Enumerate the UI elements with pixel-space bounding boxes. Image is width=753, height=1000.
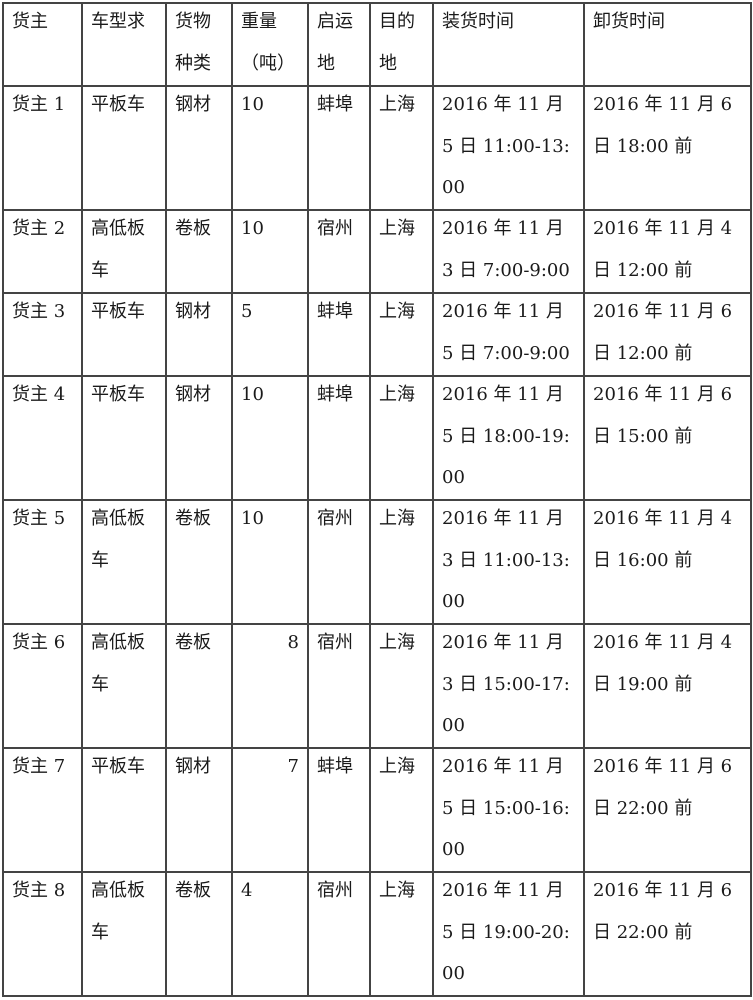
shipper-cell: 货主 3 xyxy=(2,292,83,377)
destination-cell: 上海 xyxy=(369,871,434,997)
origin-cell: 宿州 xyxy=(307,499,371,625)
weight-cell: 8 xyxy=(231,623,309,749)
destination-cell: 上海 xyxy=(369,499,434,625)
loading-time-cell: 2016 年 11 月 5 日 11:00-13:00 xyxy=(432,85,585,211)
table-row: 货主 4 平板车 钢材 10 蚌埠 上海 2016 年 11 月 5 日 18:00-19:… xyxy=(2,375,752,501)
vehicle-type-cell: 平板车 xyxy=(81,85,167,211)
unloading-time-cell: 2016 年 11 月 4 日 12:00 前 xyxy=(583,209,752,294)
weight-cell: 10 xyxy=(231,209,309,294)
destination-cell: 上海 xyxy=(369,292,434,377)
loading-time-cell: 2016 年 11 月 3 日 15:00-17:00 xyxy=(432,623,585,749)
table-row: 货主 3 平板车 钢材 5 蚌埠 上海 2016 年 11 月 5 日 7:00-9:00 2… xyxy=(2,292,752,377)
unloading-time-cell: 2016 年 11 月 6 日 15:00 前 xyxy=(583,375,752,501)
weight-cell: 10 xyxy=(231,85,309,211)
unloading-time-cell: 2016 年 11 月 4 日 16:00 前 xyxy=(583,499,752,625)
unloading-time-cell: 2016 年 11 月 6 日 22:00 前 xyxy=(583,747,752,873)
header-destination: 目的地 xyxy=(369,2,434,87)
cargo-type-cell: 卷板 xyxy=(165,499,233,625)
shipper-cell: 货主 4 xyxy=(2,375,83,501)
table-row: 货主 6 高低板车 卷板 8 宿州 上海 2016 年 11 月 3 日 15:00-17:… xyxy=(2,623,752,749)
header-weight: 重量（吨） xyxy=(231,2,309,87)
vehicle-type-cell: 高低板车 xyxy=(81,623,167,749)
weight-cell: 4 xyxy=(231,871,309,997)
cargo-type-cell: 钢材 xyxy=(165,292,233,377)
vehicle-type-cell: 平板车 xyxy=(81,292,167,377)
unloading-time-cell: 2016 年 11 月 6 日 12:00 前 xyxy=(583,292,752,377)
vehicle-type-cell: 平板车 xyxy=(81,747,167,873)
destination-cell: 上海 xyxy=(369,85,434,211)
unloading-time-cell: 2016 年 11 月 6 日 18:00 前 xyxy=(583,85,752,211)
unloading-time-cell: 2016 年 11 月 4 日 19:00 前 xyxy=(583,623,752,749)
cargo-type-cell: 卷板 xyxy=(165,623,233,749)
loading-time-cell: 2016 年 11 月 5 日 18:00-19:00 xyxy=(432,375,585,501)
shipper-cell: 货主 8 xyxy=(2,871,83,997)
destination-cell: 上海 xyxy=(369,375,434,501)
cargo-type-cell: 卷板 xyxy=(165,209,233,294)
header-loading-time: 装货时间 xyxy=(432,2,585,87)
shipper-cell: 货主 2 xyxy=(2,209,83,294)
loading-time-cell: 2016 年 11 月 3 日 11:00-13:00 xyxy=(432,499,585,625)
vehicle-type-cell: 高低板车 xyxy=(81,499,167,625)
cargo-table: 货主 车型求 货物种类 重量（吨） 启运地 目的地 装货时间 卸货时间 货主 1… xyxy=(2,2,752,997)
header-row: 货主 车型求 货物种类 重量（吨） 启运地 目的地 装货时间 卸货时间 xyxy=(2,2,752,87)
cargo-type-cell: 卷板 xyxy=(165,871,233,997)
origin-cell: 蚌埠 xyxy=(307,747,371,873)
loading-time-cell: 2016 年 11 月 5 日 19:00-20:00 xyxy=(432,871,585,997)
weight-cell: 5 xyxy=(231,292,309,377)
shipper-cell: 货主 1 xyxy=(2,85,83,211)
destination-cell: 上海 xyxy=(369,623,434,749)
header-shipper: 货主 xyxy=(2,2,83,87)
weight-cell: 10 xyxy=(231,499,309,625)
vehicle-type-cell: 高低板车 xyxy=(81,209,167,294)
cargo-type-cell: 钢材 xyxy=(165,375,233,501)
table-row: 货主 1 平板车 钢材 10 蚌埠 上海 2016 年 11 月 5 日 11:00-13:… xyxy=(2,85,752,211)
origin-cell: 蚌埠 xyxy=(307,85,371,211)
header-unloading-time: 卸货时间 xyxy=(583,2,752,87)
header-cargo-type: 货物种类 xyxy=(165,2,233,87)
loading-time-cell: 2016 年 11 月 5 日 7:00-9:00 xyxy=(432,292,585,377)
table-row: 货主 2 高低板车 卷板 10 宿州 上海 2016 年 11 月 3 日 7:00-9:0… xyxy=(2,209,752,294)
header-vehicle-type: 车型求 xyxy=(81,2,167,87)
origin-cell: 蚌埠 xyxy=(307,292,371,377)
weight-cell: 7 xyxy=(231,747,309,873)
table-row: 货主 8 高低板车 卷板 4 宿州 上海 2016 年 11 月 5 日 19:00-20:… xyxy=(2,871,752,997)
origin-cell: 蚌埠 xyxy=(307,375,371,501)
table-row: 货主 5 高低板车 卷板 10 宿州 上海 2016 年 11 月 3 日 11:00-13… xyxy=(2,499,752,625)
cargo-type-cell: 钢材 xyxy=(165,747,233,873)
vehicle-type-cell: 平板车 xyxy=(81,375,167,501)
table-row: 货主 7 平板车 钢材 7 蚌埠 上海 2016 年 11 月 5 日 15:00-16:0… xyxy=(2,747,752,873)
destination-cell: 上海 xyxy=(369,747,434,873)
vehicle-type-cell: 高低板车 xyxy=(81,871,167,997)
header-origin: 启运地 xyxy=(307,2,371,87)
shipper-cell: 货主 6 xyxy=(2,623,83,749)
shipper-cell: 货主 5 xyxy=(2,499,83,625)
destination-cell: 上海 xyxy=(369,209,434,294)
loading-time-cell: 2016 年 11 月 5 日 15:00-16:00 xyxy=(432,747,585,873)
origin-cell: 宿州 xyxy=(307,209,371,294)
weight-cell: 10 xyxy=(231,375,309,501)
origin-cell: 宿州 xyxy=(307,623,371,749)
shipper-cell: 货主 7 xyxy=(2,747,83,873)
origin-cell: 宿州 xyxy=(307,871,371,997)
cargo-type-cell: 钢材 xyxy=(165,85,233,211)
loading-time-cell: 2016 年 11 月 3 日 7:00-9:00 xyxy=(432,209,585,294)
unloading-time-cell: 2016 年 11 月 6 日 22:00 前 xyxy=(583,871,752,997)
